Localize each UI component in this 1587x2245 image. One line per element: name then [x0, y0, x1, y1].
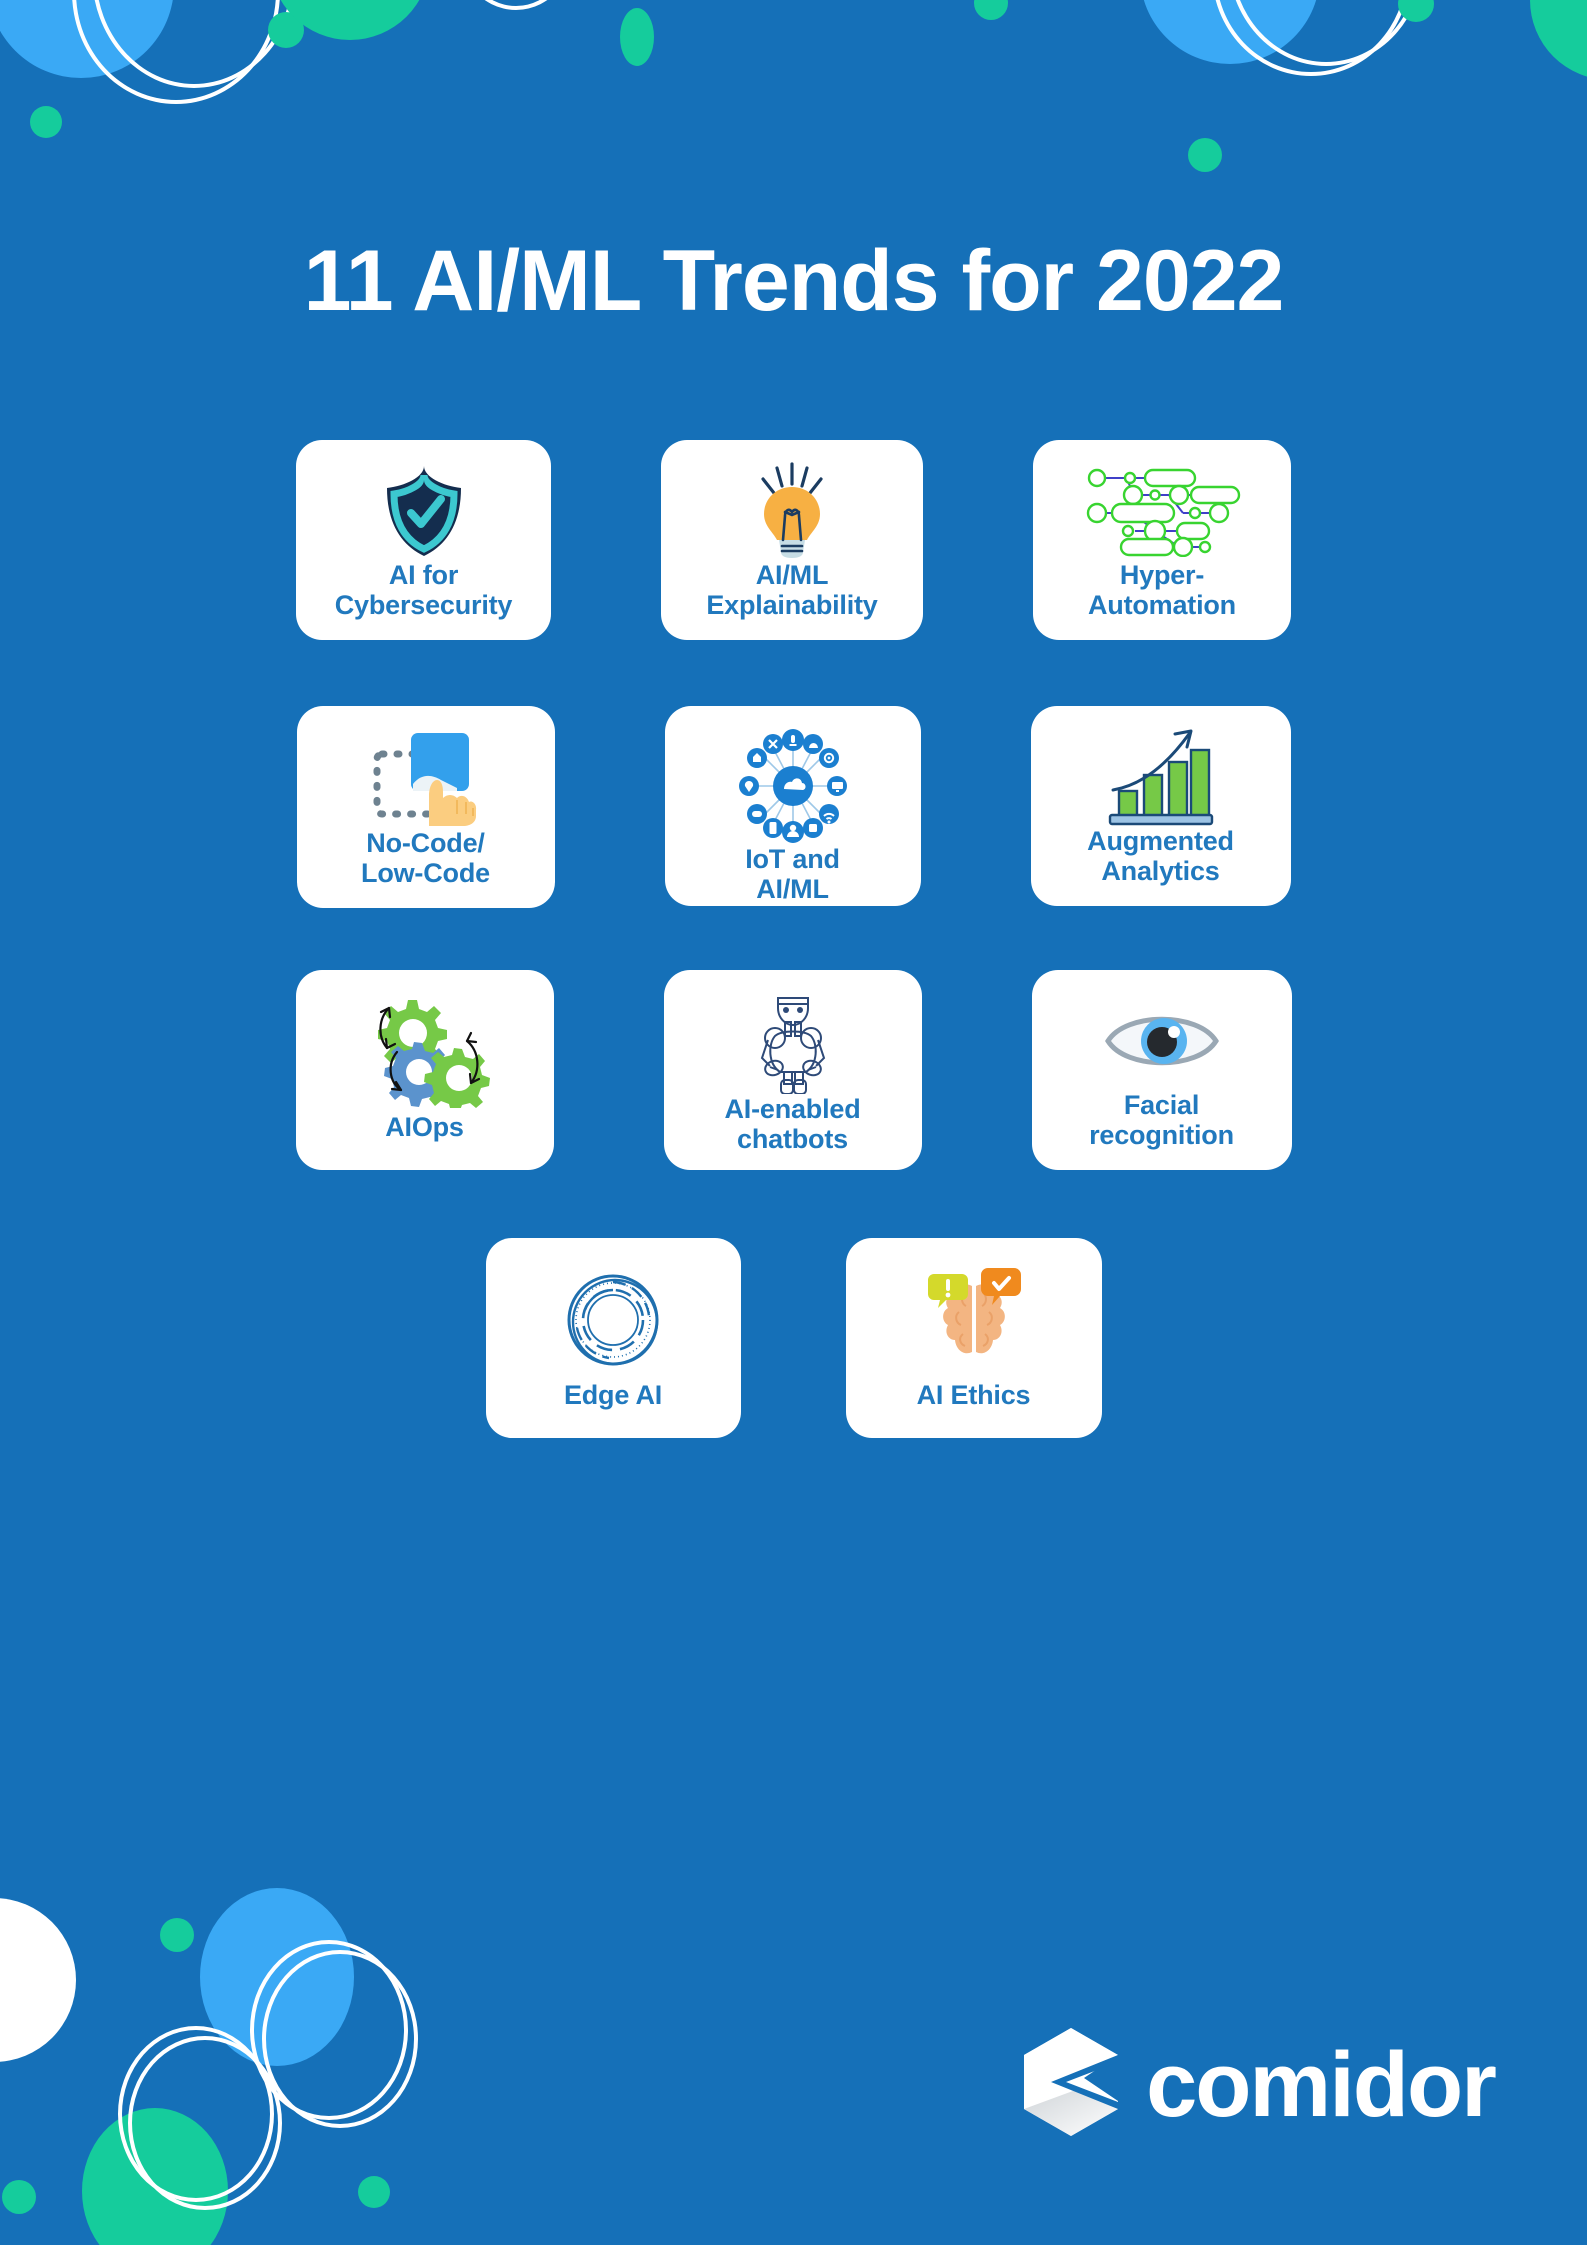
trend-card-label: Augmented Analytics [1087, 826, 1234, 887]
trend-card-ai-for-cybersecurity[interactable]: AI for Cybersecurity [296, 440, 551, 640]
deco-ring-white [262, 1950, 418, 2128]
trend-card-facial-recognition[interactable]: Facial recognition [1031, 970, 1292, 1170]
deco-circle-white [0, 1898, 76, 2062]
deco-ring-white [452, 0, 580, 10]
trend-card-label: IoT and AI/ML [745, 844, 840, 905]
trend-card-aiops[interactable]: AIOps [295, 970, 554, 1170]
shield-check-icon [310, 462, 537, 560]
drag-drop-hand-icon [311, 728, 541, 828]
deco-ring-white [118, 2026, 274, 2202]
gears-icon [310, 992, 540, 1112]
eye-icon [1046, 992, 1278, 1090]
trend-card-ai-ml-explainability[interactable]: AI/ML Explainability [661, 440, 923, 640]
trend-card-label: AI-enabled chatbots [724, 1094, 861, 1155]
brain-speech-bubbles-icon [860, 1260, 1088, 1380]
trend-card-no-code-low-code[interactable]: No-Code/ Low-Code [296, 706, 555, 908]
trends-grid: AI for Cybersecurity AI/ML Explainabilit… [0, 440, 1587, 1438]
robot-icon [678, 992, 908, 1094]
iot-cloud-hub-icon [679, 728, 907, 844]
trend-card-hyper-automation[interactable]: Hyper- Automation [1033, 440, 1291, 640]
trend-card-label: Hyper- Automation [1088, 559, 1236, 620]
deco-circle-green [358, 2176, 390, 2208]
trend-card-iot-and-ai-ml[interactable]: IoT and AI/ML [664, 706, 921, 906]
deco-circle-green [1530, 0, 1587, 80]
comidor-wordmark: comidor [1146, 2033, 1497, 2136]
trend-card-label: Facial recognition [1089, 1089, 1234, 1150]
trend-card-label: No-Code/ Low-Code [361, 827, 490, 888]
deco-circle-green [974, 0, 1008, 20]
deco-ring-white [72, 0, 280, 104]
concentric-rings-icon [500, 1260, 727, 1380]
trend-card-edge-ai[interactable]: Edge AI [485, 1238, 741, 1438]
deco-circle-green [270, 0, 430, 40]
trends-row: Edge AI AI Ethics [0, 1238, 1587, 1438]
page-title: 11 AI/ML Trends for 2022 [303, 233, 1285, 329]
trend-card-label: AI for Cybersecurity [334, 559, 513, 620]
comidor-logo[interactable]: comidor [1018, 2026, 1497, 2143]
deco-ring-white [128, 2036, 282, 2210]
deco-circle-green [1398, 0, 1434, 22]
deco-circle-green [1188, 138, 1222, 172]
trend-card-label: AI Ethics [916, 1379, 1031, 1410]
comidor-logomark-icon [1018, 2026, 1124, 2143]
deco-ring-white [1212, 0, 1410, 76]
deco-circle-green [82, 2108, 228, 2245]
deco-circle-green [268, 12, 304, 48]
trend-card-label: AIOps [385, 1111, 464, 1142]
workflow-network-icon [1047, 462, 1277, 560]
deco-circle-green [160, 1918, 194, 1952]
deco-ring-white [1228, 0, 1424, 66]
deco-circle-lightblue [0, 0, 174, 78]
trend-card-label: Edge AI [563, 1379, 663, 1410]
infographic-page: 11 AI/ML Trends for 2022 AI for Cybersec… [0, 0, 1587, 2245]
deco-circle-green [2, 2180, 36, 2214]
deco-circle-lightblue [1140, 0, 1320, 64]
deco-ring-white [92, 0, 296, 88]
trends-row: AI for Cybersecurity AI/ML Explainabilit… [0, 440, 1587, 640]
deco-ring-white [250, 1940, 408, 2120]
trends-row: AIOps AI-enabled chatbots Facial recogni… [0, 970, 1587, 1170]
deco-circle-green [620, 8, 654, 66]
bar-chart-growth-icon [1045, 728, 1277, 826]
trend-card-label: AI/ML Explainability [706, 560, 878, 621]
trend-card-ai-ethics[interactable]: AI Ethics [845, 1238, 1102, 1438]
lightbulb-icon [675, 462, 909, 560]
deco-circle-green [30, 106, 62, 138]
deco-circle-lightblue [200, 1888, 354, 2066]
trend-card-augmented-analytics[interactable]: Augmented Analytics [1030, 706, 1291, 906]
trends-row: No-Code/ Low-Code IoT and AI/ML Augmente… [0, 706, 1587, 908]
trend-card-ai-enabled-chatbots[interactable]: AI-enabled chatbots [663, 970, 922, 1170]
